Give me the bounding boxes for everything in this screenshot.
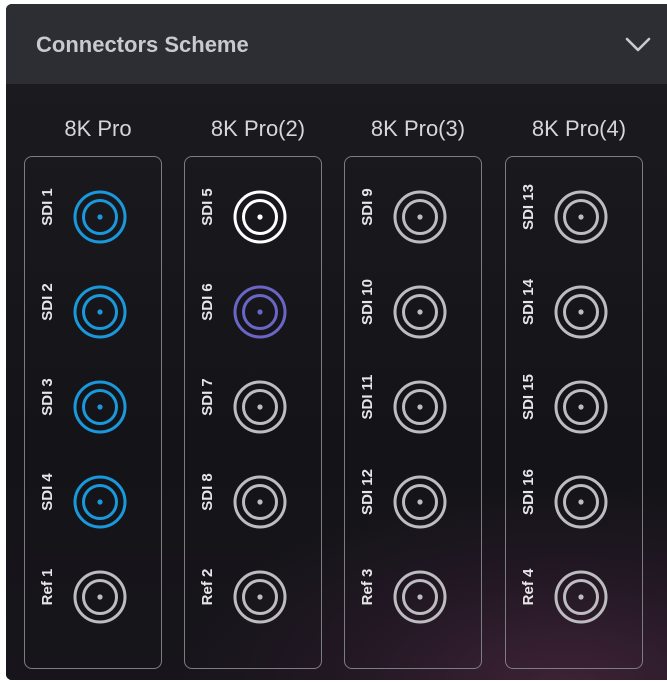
connector-sdi-3[interactable]: SDI 3 — [31, 367, 141, 447]
group-label-2: 8K Pro(2) — [210, 116, 306, 141]
connector-label: SDI 6 — [199, 283, 216, 321]
group-label-3: 8K Pro(3) — [370, 116, 466, 141]
sdi-connector-icon[interactable] — [231, 283, 289, 341]
connector-label: SDI 15 — [520, 374, 537, 420]
sdi-connector-icon[interactable] — [71, 188, 129, 246]
group-label-4: 8K Pro(4) — [531, 116, 627, 141]
connector-ref-3[interactable]: Ref 3 — [351, 557, 461, 637]
connector-sdi-8[interactable]: SDI 8 — [191, 462, 301, 542]
connector-label: SDI 7 — [199, 378, 216, 416]
connector-label: SDI 10 — [359, 279, 376, 325]
connector-sdi-16[interactable]: SDI 16 — [512, 462, 622, 542]
connector-label: SDI 14 — [520, 279, 537, 325]
panel-title: Connectors Scheme — [36, 32, 249, 57]
connector-label: SDI 13 — [520, 184, 537, 230]
connector-sdi-7[interactable]: SDI 7 — [191, 367, 301, 447]
connector-label: Ref 2 — [199, 568, 216, 606]
sdi-connector-icon[interactable] — [71, 283, 129, 341]
chevron-down-icon[interactable] — [625, 37, 651, 53]
sdi-connector-icon[interactable] — [231, 188, 289, 246]
connector-label: SDI 5 — [199, 188, 216, 226]
connector-ref-1[interactable]: Ref 1 — [31, 557, 141, 637]
connector-sdi-14[interactable]: SDI 14 — [512, 272, 622, 352]
connector-label: SDI 2 — [39, 283, 56, 321]
connector-label: Ref 4 — [520, 568, 537, 606]
sdi-connector-icon[interactable] — [552, 473, 610, 531]
connector-ref-4[interactable]: Ref 4 — [512, 557, 622, 637]
connector-group-1: SDI 1 SDI 2 SDI 3 SDI 4 Ref 1 — [24, 156, 162, 669]
connector-group-3: SDI 9 SDI 10 SDI 11 SDI 12 Ref 3 — [344, 156, 482, 669]
sdi-connector-icon[interactable] — [391, 568, 449, 626]
connector-group-2: SDI 5 SDI 6 SDI 7 SDI 8 Ref 2 — [184, 156, 322, 669]
sdi-connector-icon[interactable] — [231, 568, 289, 626]
sdi-connector-icon[interactable] — [71, 378, 129, 436]
sdi-connector-icon[interactable] — [391, 378, 449, 436]
sdi-connector-icon[interactable] — [231, 378, 289, 436]
group-label-1: 8K Pro — [64, 116, 132, 141]
sdi-connector-icon[interactable] — [391, 188, 449, 246]
connector-sdi-2[interactable]: SDI 2 — [31, 272, 141, 352]
sdi-connector-icon[interactable] — [391, 473, 449, 531]
sdi-connector-icon[interactable] — [552, 188, 610, 246]
connector-group-4: SDI 13 SDI 14 SDI 15 SDI 16 Ref 4 — [505, 156, 643, 669]
connectors-scheme-panel: Connectors Scheme 8K Pro 8K Pro(2) 8K Pr… — [6, 4, 667, 680]
connector-sdi-9[interactable]: SDI 9 — [351, 177, 461, 257]
connector-label: SDI 8 — [199, 473, 216, 511]
connector-sdi-13[interactable]: SDI 13 — [512, 177, 622, 257]
panel-header[interactable]: Connectors Scheme — [6, 4, 667, 84]
sdi-connector-icon[interactable] — [71, 568, 129, 626]
connector-label: SDI 16 — [520, 469, 537, 515]
connector-label: SDI 4 — [39, 473, 56, 511]
connector-label: Ref 1 — [39, 568, 56, 606]
sdi-connector-icon[interactable] — [552, 283, 610, 341]
sdi-connector-icon[interactable] — [552, 378, 610, 436]
connector-label: SDI 1 — [39, 188, 56, 226]
connector-sdi-5[interactable]: SDI 5 — [191, 177, 301, 257]
connector-sdi-4[interactable]: SDI 4 — [31, 462, 141, 542]
connector-label: SDI 3 — [39, 378, 56, 416]
connector-sdi-6[interactable]: SDI 6 — [191, 272, 301, 352]
connector-label: SDI 11 — [359, 374, 376, 420]
connector-sdi-1[interactable]: SDI 1 — [31, 177, 141, 257]
connector-label: SDI 9 — [359, 188, 376, 226]
connector-sdi-15[interactable]: SDI 15 — [512, 367, 622, 447]
connector-ref-2[interactable]: Ref 2 — [191, 557, 301, 637]
sdi-connector-icon[interactable] — [391, 283, 449, 341]
sdi-connector-icon[interactable] — [552, 568, 610, 626]
connector-sdi-10[interactable]: SDI 10 — [351, 272, 461, 352]
connector-label: SDI 12 — [359, 469, 376, 515]
sdi-connector-icon[interactable] — [231, 473, 289, 531]
connector-label: Ref 3 — [359, 568, 376, 606]
connector-sdi-12[interactable]: SDI 12 — [351, 462, 461, 542]
connector-sdi-11[interactable]: SDI 11 — [351, 367, 461, 447]
sdi-connector-icon[interactable] — [71, 473, 129, 531]
